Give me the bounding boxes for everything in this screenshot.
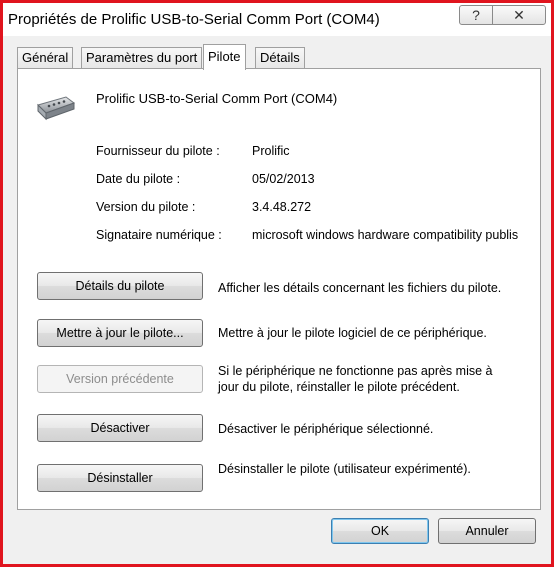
serial-port-icon (37, 96, 76, 121)
date-label: Date du pilote : (96, 172, 181, 186)
cancel-button[interactable]: Annuler (438, 518, 536, 544)
update-driver-description: Mettre à jour le pilote logiciel de ce p… (218, 326, 487, 340)
device-name: Prolific USB-to-Serial Comm Port (COM4) (96, 91, 338, 106)
driver-details-description: Afficher les détails concernant les fich… (218, 281, 502, 295)
roll-back-description-line-1: Si le périphérique ne fonctionne pas apr… (218, 364, 493, 378)
title-bar[interactable]: Propriétés de Prolific USB-to-Serial Com… (3, 3, 551, 36)
help-button[interactable]: ? (459, 5, 493, 25)
version-value: 3.4.48.272 (252, 200, 312, 214)
provider-value: Prolific (252, 144, 290, 158)
signer-value: microsoft windows hardware compatibility… (252, 228, 519, 242)
version-label: Version du pilote : (96, 200, 196, 214)
roll-back-description-line-2: jour du pilote, réinstaller le pilote pr… (218, 380, 460, 394)
update-driver-button[interactable]: Mettre à jour le pilote... (37, 319, 203, 347)
driver-details-button[interactable]: Détails du pilote (37, 272, 203, 300)
tab-general[interactable]: Général (17, 47, 74, 69)
provider-label: Fournisseur du pilote : (96, 144, 220, 158)
properties-dialog: Propriétés de Prolific USB-to-Serial Com… (0, 0, 554, 567)
tab-port-settings[interactable]: Paramètres du port (81, 47, 203, 69)
disable-device-button[interactable]: Désactiver (37, 414, 203, 442)
tab-driver[interactable]: Pilote (203, 44, 246, 70)
close-button[interactable]: ✕ (492, 5, 546, 25)
date-value: 05/02/2013 (252, 172, 315, 186)
uninstall-driver-button[interactable]: Désinstaller (37, 464, 203, 492)
roll-back-driver-button[interactable]: Version précédente (37, 365, 203, 393)
ok-button[interactable]: OK (331, 518, 429, 544)
disable-device-description: Désactiver le périphérique sélectionné. (218, 422, 434, 436)
driver-panel: Prolific USB-to-Serial Comm Port (COM4) … (17, 68, 541, 510)
window-title: Propriétés de Prolific USB-to-Serial Com… (8, 11, 380, 28)
signer-label: Signataire numérique : (96, 228, 222, 242)
tab-details[interactable]: Détails (255, 47, 305, 69)
uninstall-driver-description: Désinstaller le pilote (utilisateur expé… (218, 462, 471, 476)
